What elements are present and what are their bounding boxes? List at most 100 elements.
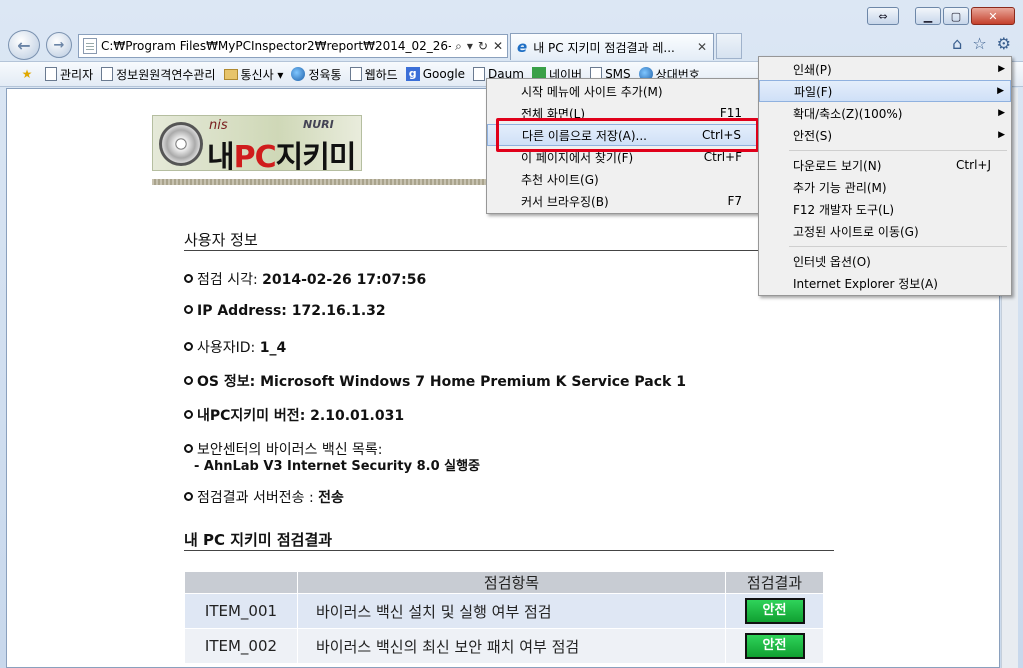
menu-item-zoom[interactable]: 확대/축소(Z)(100%) ▶ (759, 102, 1011, 124)
menu-label: 커서 브라우징(B) (521, 194, 609, 209)
item-id: ITEM_001 (184, 593, 298, 629)
info-os: OS 정보: Microsoft Windows 7 Home Premium … (184, 371, 686, 391)
menu-separator (789, 150, 1007, 151)
logo-post: 지키미 (275, 140, 357, 171)
gear-icon[interactable]: ⚙ (997, 34, 1011, 53)
tab-close-icon[interactable]: ✕ (697, 40, 707, 54)
browser-window: ⇔ ▁ ▢ ✕ ← → C:₩Program Files₩MyPCInspect… (0, 0, 1023, 668)
menu-shortcut: Ctrl+J (956, 158, 991, 172)
menu-label: Internet Explorer 정보(A) (793, 276, 938, 291)
submenu-arrow-icon: ▶ (997, 86, 1004, 96)
disc-icon (159, 122, 203, 166)
menu-item-safety[interactable]: 안전(S) ▶ (759, 124, 1011, 146)
info-user-id: 사용자ID: 1_4 (184, 337, 286, 357)
menu-item-print[interactable]: 인쇄(P) ▶ (759, 58, 1011, 80)
favorite-label: Google (422, 67, 466, 81)
table-header: 점검결과 (725, 571, 824, 594)
favorite-item[interactable]: g Google (405, 67, 466, 81)
address-url[interactable]: C:₩Program Files₩MyPCInspector2₩report₩2… (101, 39, 451, 53)
menu-item-suggested-sites[interactable]: 추천 사이트(G) (487, 168, 760, 190)
home-icon[interactable]: ⌂ (952, 34, 962, 53)
item-name: 바이러스 백신의 최신 보안 패치 여부 점검 (297, 628, 726, 664)
item-result: 안전 (725, 628, 824, 664)
new-tab-button[interactable] (716, 33, 742, 59)
table-row: ITEM_001 바이러스 백신 설치 및 실행 여부 점검 안전 (184, 593, 824, 629)
favorite-label: 통신사 ▾ (240, 67, 284, 82)
menu-item-downloads[interactable]: 다운로드 보기(N) Ctrl+J (759, 154, 1011, 176)
page-icon (101, 67, 114, 81)
window-controls: ⇔ ▁ ▢ ✕ (867, 7, 1015, 25)
back-arrow-icon[interactable]: ← (8, 30, 40, 60)
menu-item-add-to-start[interactable]: 시작 메뉴에 사이트 추가(M) (487, 80, 760, 102)
bullet-icon (184, 444, 193, 453)
forward-arrow-icon[interactable]: → (46, 32, 72, 58)
info-server-send: 점검결과 서버전송 : 전송 (184, 487, 344, 507)
info-version: 내PC지키미 버전: 2.10.01.031 (184, 405, 404, 425)
favorite-item[interactable]: 관리자 (45, 66, 93, 83)
favorite-item[interactable]: 정보원원격연수관리 (101, 66, 216, 83)
maximize-button[interactable]: ▢ (943, 7, 969, 25)
address-bar[interactable]: C:₩Program Files₩MyPCInspector2₩report₩2… (78, 34, 508, 58)
table-header (184, 571, 298, 594)
logo-pc: PC (233, 140, 277, 171)
stop-icon[interactable]: ✕ (493, 39, 503, 54)
results-table: 점검항목 점검결과 ITEM_001 바이러스 백신 설치 및 실행 여부 점검… (184, 571, 824, 664)
search-icon[interactable]: ⌕ (455, 39, 462, 54)
star-icon[interactable]: ☆ (972, 34, 986, 53)
menu-item-file[interactable]: 파일(F) ▶ (759, 80, 1011, 102)
table-row: ITEM_002 바이러스 백신의 최신 보안 패치 여부 점검 안전 (184, 628, 824, 664)
menu-item-addons[interactable]: 추가 기능 관리(M) (759, 176, 1011, 198)
logo-text: 내PC지키미 (207, 132, 357, 171)
logo-pre: 내 (207, 140, 235, 171)
info-antivirus-item: - AhnLab V3 Internet Security 8.0 실행중 (194, 459, 481, 474)
tab-title: 내 PC 지키미 점검결과 레... (533, 40, 675, 55)
favorite-label: 정보원원격연수관리 (116, 67, 216, 82)
menu-item-dev-tools[interactable]: F12 개발자 도구(L) (759, 198, 1011, 220)
menu-item-internet-options[interactable]: 인터넷 옵션(O) (759, 250, 1011, 272)
info-value: Microsoft Windows 7 Home Premium K Servi… (260, 374, 686, 390)
favorite-item[interactable]: 웹하드 (349, 66, 398, 83)
favorite-item[interactable]: 정육통 (291, 66, 342, 83)
menu-item-caret-browsing[interactable]: 커서 브라우징(B) F7 (487, 190, 760, 212)
menu-label: F12 개발자 도구(L) (793, 202, 895, 217)
item-id: ITEM_002 (184, 628, 298, 664)
info-label: IP Address: (197, 303, 292, 319)
menu-label: 확대/축소(Z)(100%) (793, 106, 903, 121)
menu-label: 추천 사이트(G) (521, 172, 599, 187)
safe-badge: 안전 (744, 633, 805, 659)
minimize-button[interactable]: ▁ (915, 7, 941, 25)
info-ip-address: IP Address: 172.16.1.32 (184, 303, 386, 319)
info-value: 2.10.01.031 (310, 408, 405, 424)
refresh-icon[interactable]: ↻ (478, 39, 488, 54)
menu-label: 파일(F) (794, 84, 833, 99)
close-button[interactable]: ✕ (971, 7, 1015, 25)
star-icon: ★ (21, 67, 33, 81)
table-header: 점검항목 (297, 571, 726, 594)
favorite-item[interactable]: 통신사 ▾ (223, 66, 284, 83)
table-header-row: 점검항목 점검결과 (184, 571, 824, 594)
logo-nis: nis (209, 118, 228, 133)
favorite-label: 정육통 (308, 67, 342, 82)
favorite-item[interactable]: ★ (20, 67, 37, 81)
menu-item-pinned-sites[interactable]: 고정된 사이트로 이동(G) (759, 220, 1011, 242)
menu-label: 인쇄(P) (793, 62, 832, 77)
submenu-arrow-icon: ▶ (998, 130, 1005, 140)
tools-menu: 인쇄(P) ▶ 파일(F) ▶ 확대/축소(Z)(100%) ▶ 안전(S) ▶ 다운로… (758, 56, 1012, 296)
browser-tab[interactable]: e 내 PC 지키미 점검결과 레... ✕ (510, 33, 714, 60)
menu-label: 고정된 사이트로 이동(G) (793, 224, 919, 239)
results-title: 내 PC 지키미 점검결과 (184, 531, 333, 549)
g-icon: g (405, 67, 420, 81)
submenu-arrow-icon: ▶ (998, 64, 1005, 74)
menu-separator (789, 246, 1007, 247)
dropdown-icon[interactable]: ▾ (467, 39, 473, 54)
safe-badge: 안전 (744, 598, 805, 624)
menu-label: 안전(S) (793, 128, 833, 143)
menu-item-about-ie[interactable]: Internet Explorer 정보(A) (759, 272, 1011, 294)
info-label: 점검 시각: (197, 272, 263, 288)
page-icon (473, 67, 486, 81)
globe-icon (291, 67, 306, 81)
bullet-icon (184, 376, 193, 385)
bullet-icon (184, 342, 193, 351)
info-label: OS 정보: (197, 374, 261, 390)
resize-icon[interactable]: ⇔ (867, 7, 899, 25)
